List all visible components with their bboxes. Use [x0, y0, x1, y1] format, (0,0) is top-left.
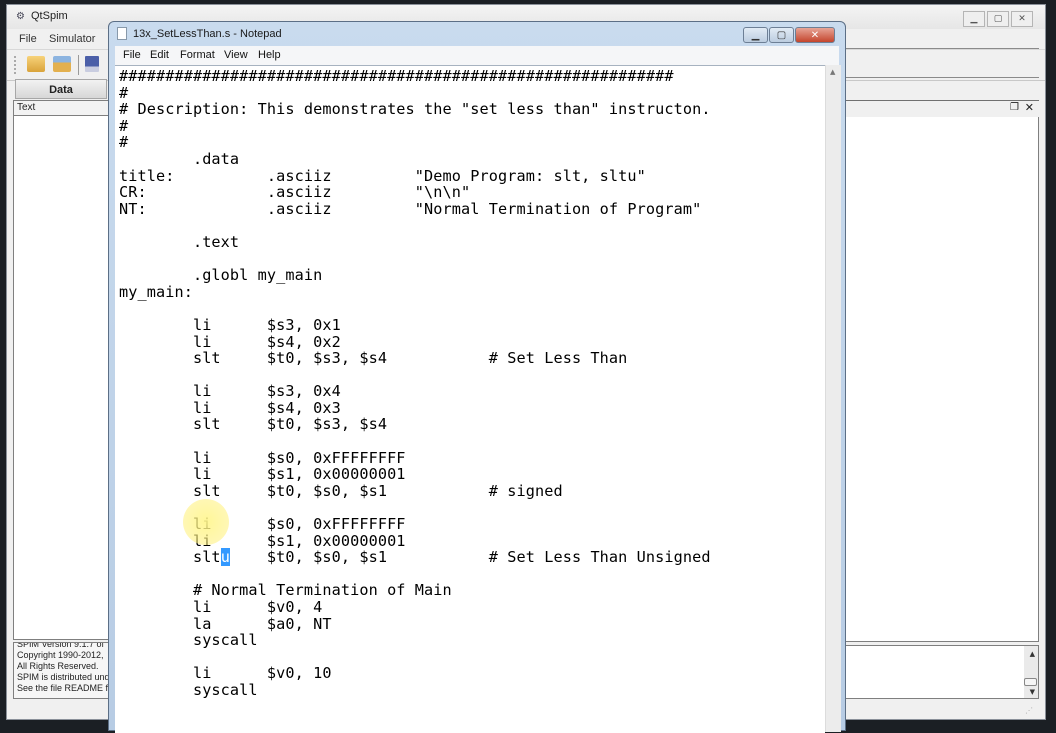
dock-float-icon[interactable]: ❐: [1010, 102, 1019, 113]
text-panel-header: Text: [14, 101, 118, 116]
code-line[interactable]: syscall: [119, 682, 711, 699]
qtspim-app-icon: ⚙: [16, 11, 25, 22]
code-line[interactable]: [119, 300, 711, 317]
qtspim-menu-file[interactable]: File: [19, 33, 37, 45]
qtspim-maximize-button[interactable]: ▢: [987, 11, 1009, 27]
code-line[interactable]: li $s3, 0x1: [119, 317, 711, 334]
save-icon[interactable]: [85, 56, 99, 72]
reload-folder-icon[interactable]: [53, 56, 71, 72]
code-line[interactable]: .globl my_main: [119, 267, 711, 284]
notepad-menu-edit[interactable]: Edit: [150, 49, 169, 61]
code-line[interactable]: # Description: This demonstrates the "se…: [119, 101, 711, 118]
console-line: Copyright 1990-2012,: [17, 650, 104, 660]
scroll-thumb[interactable]: [1024, 678, 1037, 686]
console-line: All Rights Reserved.: [17, 661, 99, 671]
qtspim-close-button[interactable]: ✕: [1011, 11, 1033, 27]
messages-panel: ▲ ▼: [845, 645, 1039, 699]
code-line[interactable]: #: [119, 134, 711, 151]
notepad-menu-help[interactable]: Help: [258, 49, 281, 61]
dock-header: ❐ ✕: [845, 100, 1039, 118]
notepad-minimize-button[interactable]: ▁: [743, 27, 768, 43]
code-line[interactable]: li $s4, 0x2: [119, 333, 711, 351]
code-line[interactable]: CR: .asciiz "\n\n": [119, 184, 711, 201]
code-line[interactable]: [119, 367, 711, 384]
code-line[interactable]: li $s0, 0xFFFFFFFF: [119, 516, 711, 533]
notepad-maximize-button[interactable]: ▢: [769, 27, 794, 43]
scroll-up-icon[interactable]: ▲: [830, 68, 835, 76]
code-line[interactable]: #: [119, 118, 711, 135]
code-line[interactable]: my_main:: [119, 284, 711, 301]
notepad-menubar: File Edit Format View Help: [115, 46, 839, 65]
code-line[interactable]: li $s3, 0x4: [119, 383, 711, 400]
resize-grip-icon[interactable]: ⋰: [1025, 706, 1033, 715]
notepad-close-button[interactable]: ✕: [795, 27, 835, 43]
qtspim-minimize-button[interactable]: ▁: [963, 11, 985, 27]
code-line[interactable]: # Normal Termination of Main: [119, 582, 711, 599]
code-line[interactable]: ########################################…: [119, 68, 711, 85]
code-line[interactable]: [119, 499, 711, 516]
code-line[interactable]: .text: [119, 234, 711, 251]
code-line[interactable]: .data: [119, 151, 711, 168]
code-line[interactable]: li $s1, 0x00000001: [119, 533, 711, 550]
toolbar-separator: [78, 55, 79, 75]
code-line[interactable]: #: [119, 84, 711, 102]
scroll-up-icon[interactable]: ▲: [1030, 650, 1035, 658]
code-line[interactable]: syscall: [119, 632, 711, 649]
notepad-text-area[interactable]: ########################################…: [115, 65, 825, 733]
notepad-document-icon: [117, 27, 127, 40]
code-line[interactable]: NT: .asciiz "Normal Termination of Progr…: [119, 201, 711, 218]
code-text: slt: [119, 548, 221, 567]
code-line[interactable]: [119, 433, 711, 450]
console-line: See the file README fo: [17, 683, 114, 693]
source-code[interactable]: ########################################…: [119, 68, 711, 699]
text-selection[interactable]: u: [220, 548, 230, 567]
divider: [845, 77, 1039, 78]
code-line[interactable]: title: .asciiz "Demo Program: slt, sltu": [119, 167, 711, 185]
notepad-menu-view[interactable]: View: [224, 49, 248, 61]
code-line[interactable]: [119, 217, 711, 234]
tab-data[interactable]: Data: [15, 79, 107, 99]
code-text: $t0, $s0, $s1 # Set Less Than Unsigned: [229, 548, 711, 567]
code-line[interactable]: li $v0, 10: [119, 665, 711, 682]
code-line[interactable]: sltu $t0, $s0, $s1 # Set Less Than Unsig…: [119, 548, 711, 567]
code-line[interactable]: [119, 649, 711, 666]
divider: [845, 48, 1039, 49]
notepad-title: 13x_SetLessThan.s - Notepad: [133, 28, 282, 40]
code-line[interactable]: la $a0, NT: [119, 615, 711, 633]
code-line[interactable]: slt $t0, $s3, $s4: [119, 416, 711, 433]
registers-panel: [845, 117, 1039, 642]
notepad-window: 13x_SetLessThan.s - Notepad ▁ ▢ ✕ File E…: [108, 21, 846, 733]
code-line[interactable]: li $v0, 4: [119, 599, 711, 616]
open-folder-icon[interactable]: [27, 56, 45, 72]
spim-console: SPIM Version 9.1.7 of Copyright 1990-201…: [13, 642, 119, 699]
messages-scrollbar[interactable]: ▲ ▼: [1024, 646, 1038, 698]
code-line[interactable]: slt $t0, $s3, $s4 # Set Less Than: [119, 350, 711, 367]
code-line[interactable]: li $s1, 0x00000001: [119, 466, 711, 483]
text-segment-panel: Text: [13, 100, 119, 640]
code-line[interactable]: li $s4, 0x3: [119, 400, 711, 417]
notepad-menu-file[interactable]: File: [123, 49, 141, 61]
scroll-down-icon[interactable]: ▼: [1030, 688, 1035, 696]
code-line[interactable]: slt $t0, $s0, $s1 # signed: [119, 483, 711, 500]
notepad-titlebar[interactable]: 13x_SetLessThan.s - Notepad ▁ ▢ ✕: [109, 22, 845, 46]
qtspim-title: QtSpim: [31, 10, 68, 22]
qtspim-menu-simulator[interactable]: Simulator: [49, 33, 95, 45]
toolbar-grip[interactable]: [14, 56, 18, 74]
console-line: SPIM Version 9.1.7 of: [17, 642, 105, 649]
dock-close-icon[interactable]: ✕: [1025, 101, 1034, 114]
notepad-menu-format[interactable]: Format: [180, 49, 215, 61]
notepad-vertical-scrollbar[interactable]: ▲: [825, 65, 841, 732]
code-line[interactable]: li $s0, 0xFFFFFFFF: [119, 450, 711, 467]
code-line[interactable]: [119, 566, 711, 583]
console-line: SPIM is distributed und: [17, 672, 110, 682]
code-line[interactable]: [119, 251, 711, 268]
